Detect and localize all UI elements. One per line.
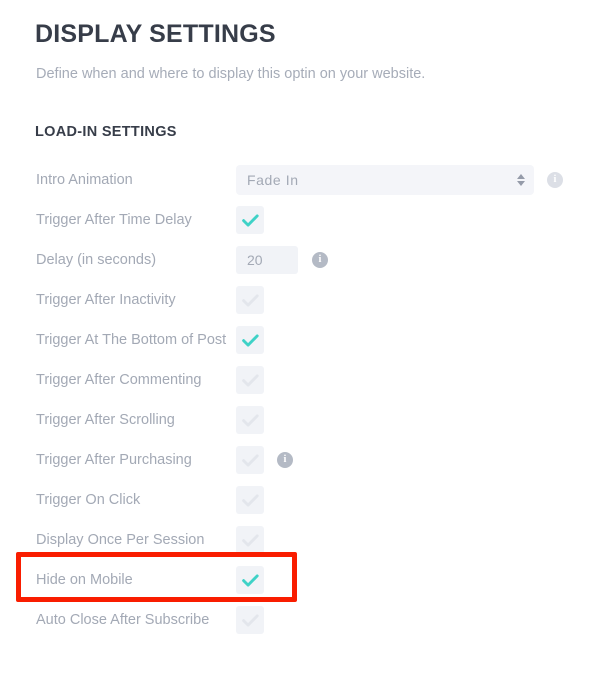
row-label-delay-in-seconds: Delay (in seconds) [36, 252, 157, 268]
select-value: Fade In [247, 172, 299, 188]
settings-row: Delay (in seconds) 20 i [0, 240, 599, 280]
settings-rows-list: Intro Animation Fade In i Trigger After Tim… [0, 160, 599, 640]
checkbox-trigger-after-time-delay[interactable] [236, 206, 264, 234]
row-control-trigger-after-inactivity [236, 286, 264, 314]
checkbox-trigger-after-purchasing[interactable] [236, 446, 264, 474]
delay-seconds-value: 20 [247, 252, 263, 268]
row-label-display-once-per-session: Display Once Per Session [36, 532, 205, 548]
settings-row: Trigger After Commenting [0, 360, 599, 400]
row-label-intro-animation: Intro Animation [36, 172, 133, 188]
info-icon[interactable]: i [277, 452, 293, 468]
settings-row: Intro Animation Fade In i [0, 160, 599, 200]
checkbox-hide-on-mobile[interactable] [236, 566, 264, 594]
info-icon[interactable]: i [312, 252, 328, 268]
row-label-hide-on-mobile: Hide on Mobile [36, 572, 133, 588]
section-title-load-in-settings: LOAD-IN SETTINGS [35, 124, 177, 140]
checkbox-display-once-per-session[interactable] [236, 526, 264, 554]
settings-row: Display Once Per Session [0, 520, 599, 560]
row-control-trigger-after-commenting [236, 366, 264, 394]
settings-row: Trigger At The Bottom of Post [0, 320, 599, 360]
page-title: DISPLAY SETTINGS [35, 20, 276, 48]
row-control-display-once-per-session [236, 526, 264, 554]
row-control-auto-close-after-subscribe [236, 606, 264, 634]
checkbox-trigger-after-inactivity[interactable] [236, 286, 264, 314]
settings-row: Trigger After Purchasing i [0, 440, 599, 480]
row-control-intro-animation: Fade In i [236, 165, 563, 195]
row-label-trigger-on-click: Trigger On Click [36, 492, 141, 508]
checkbox-trigger-after-scrolling[interactable] [236, 406, 264, 434]
settings-row: Trigger On Click [0, 480, 599, 520]
settings-row: Trigger After Inactivity [0, 280, 599, 320]
delay-seconds-input[interactable]: 20 [236, 246, 298, 274]
intro-animation-select[interactable]: Fade In [236, 165, 534, 195]
row-label-trigger-after-purchasing: Trigger After Purchasing [36, 452, 192, 468]
checkbox-trigger-on-click[interactable] [236, 486, 264, 514]
page-subtitle: Define when and where to display this op… [36, 66, 426, 82]
row-label-trigger-after-time-delay: Trigger After Time Delay [36, 212, 192, 228]
row-label-trigger-after-inactivity: Trigger After Inactivity [36, 292, 176, 308]
checkbox-auto-close-after-subscribe[interactable] [236, 606, 264, 634]
row-control-trigger-after-time-delay [236, 206, 264, 234]
settings-row: Hide on Mobile [0, 560, 599, 600]
settings-row: Auto Close After Subscribe [0, 600, 599, 640]
checkbox-trigger-after-commenting[interactable] [236, 366, 264, 394]
row-label-trigger-at-the-bottom-of-post: Trigger At The Bottom of Post [36, 332, 227, 348]
row-control-delay-in-seconds: 20 i [236, 246, 328, 274]
settings-row: Trigger After Scrolling [0, 400, 599, 440]
select-stepper-icon[interactable] [517, 174, 525, 186]
row-control-trigger-after-purchasing: i [236, 446, 293, 474]
settings-row: Trigger After Time Delay [0, 200, 599, 240]
checkbox-trigger-at-the-bottom-of-post[interactable] [236, 326, 264, 354]
row-label-trigger-after-scrolling: Trigger After Scrolling [36, 412, 175, 428]
row-control-hide-on-mobile [236, 566, 264, 594]
row-label-trigger-after-commenting: Trigger After Commenting [36, 372, 202, 388]
row-label-auto-close-after-subscribe: Auto Close After Subscribe [36, 612, 210, 628]
row-control-trigger-on-click [236, 486, 264, 514]
display-settings-panel: DISPLAY SETTINGS Define when and where t… [0, 0, 599, 673]
row-control-trigger-after-scrolling [236, 406, 264, 434]
row-control-trigger-at-the-bottom-of-post [236, 326, 264, 354]
info-icon[interactable]: i [547, 172, 563, 188]
